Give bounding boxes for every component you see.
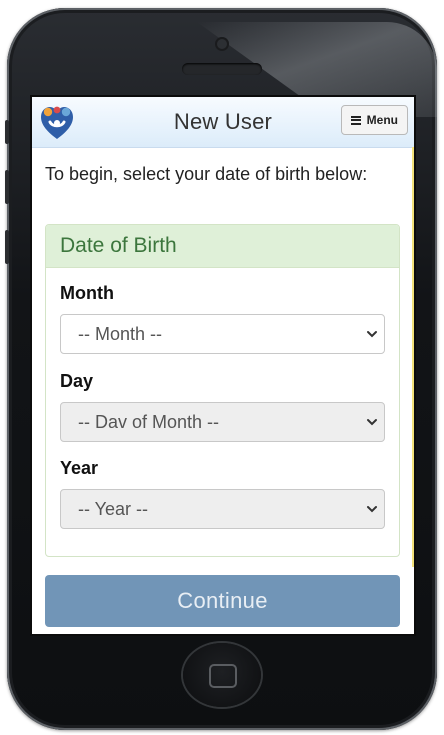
month-label: Month	[60, 283, 114, 303]
year-select[interactable]: -- Year --	[60, 489, 385, 529]
chevron-down-icon	[367, 419, 377, 426]
year-select-value: -- Year --	[78, 498, 149, 519]
menu-label: Menu	[366, 113, 398, 127]
day-select-value: -- Dav of Month --	[78, 411, 220, 432]
year-label: Year	[60, 458, 99, 478]
intro-text: To begin, select your date of birth belo…	[45, 164, 368, 184]
phone-mute-switch	[5, 120, 9, 144]
month-select-value: -- Month --	[78, 323, 163, 344]
home-button[interactable]	[183, 643, 261, 707]
earpiece-speaker	[182, 63, 262, 75]
top-navbar: New User Menu	[32, 97, 414, 148]
month-select[interactable]: -- Month --	[60, 314, 385, 354]
day-label: Day	[60, 371, 94, 391]
device-mockup: New User Menu To begin, select your date…	[0, 0, 444, 735]
date-of-birth-panel: Date of Birth Month -- Month -- Day -- D…	[45, 224, 400, 557]
day-select[interactable]: -- Dav of Month --	[60, 402, 385, 442]
menu-button[interactable]: Menu	[340, 105, 408, 135]
chevron-down-icon	[367, 331, 377, 338]
continue-button[interactable]: Continue	[45, 575, 400, 627]
scroll-indicator	[412, 147, 414, 567]
chevron-down-icon	[367, 506, 377, 513]
phone-screen: New User Menu To begin, select your date…	[30, 95, 416, 636]
phone-volume-down	[5, 230, 9, 264]
home-square-icon	[209, 664, 237, 688]
phone-volume-up	[5, 170, 9, 204]
front-camera	[215, 37, 229, 51]
panel-heading: Date of Birth	[46, 225, 399, 268]
hamburger-icon	[350, 115, 361, 125]
